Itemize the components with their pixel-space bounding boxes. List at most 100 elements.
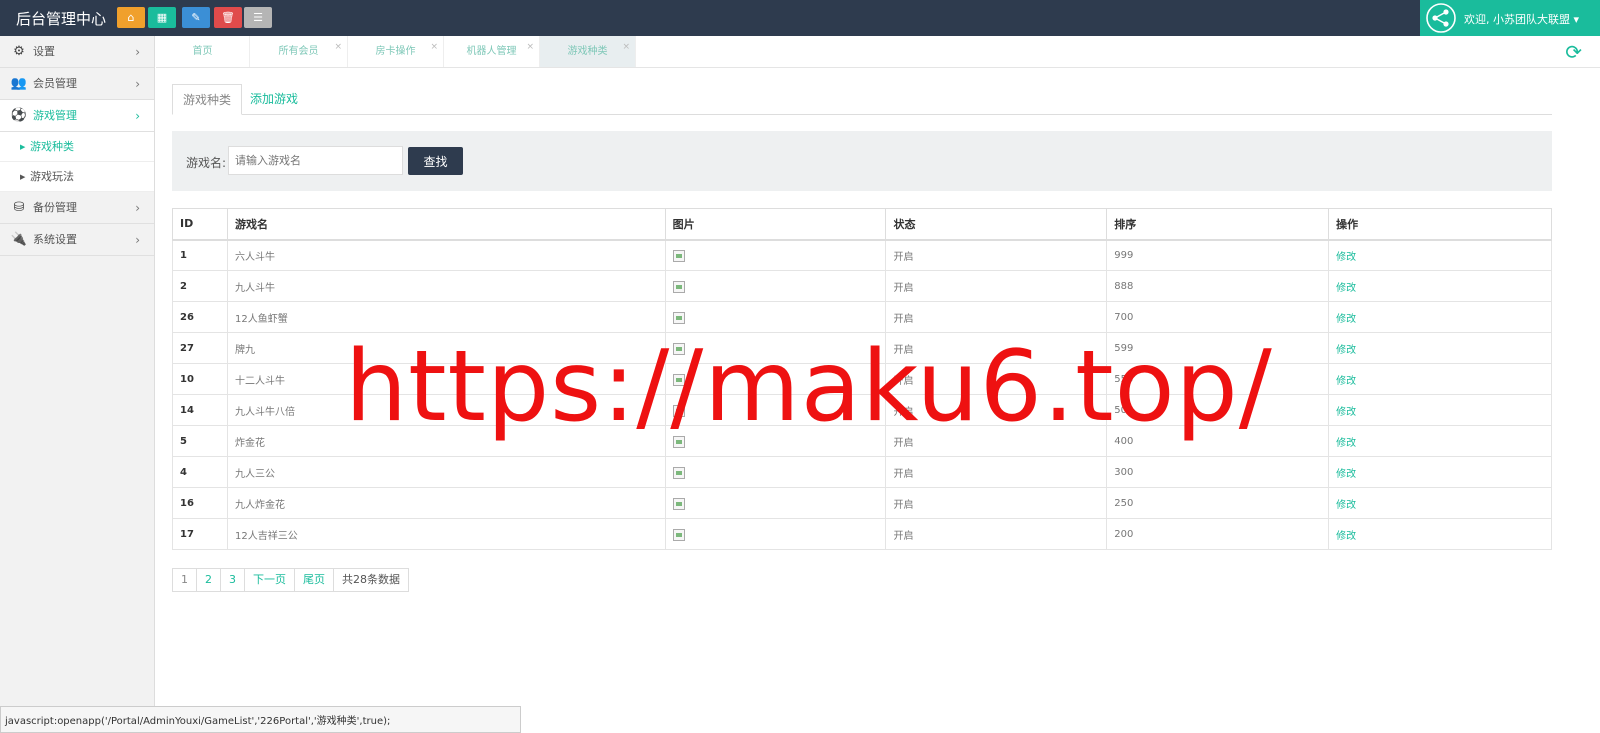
row-image	[664, 301, 887, 333]
row-status: 开启	[885, 301, 1108, 333]
row-order: 888	[1106, 270, 1330, 302]
chevron-right-icon: ›	[135, 109, 140, 123]
row-edit-link[interactable]: 修改	[1328, 487, 1552, 519]
row-edit-link[interactable]: 修改	[1328, 239, 1552, 271]
sidebar-item-label: 游戏管理	[33, 109, 77, 122]
table-header-row: ID 游戏名 图片 状态 排序 操作	[172, 208, 1552, 241]
soccer-ball-icon: ⚽	[10, 108, 28, 123]
top-bar: 后台管理中心 ⌂ ▦ ✎ 🗑 ☰ 欢迎, 小苏团队大联盟 ▾	[0, 0, 1600, 36]
tab-add-game[interactable]: 添加游戏	[240, 84, 308, 115]
welcome-text: 欢迎, 小苏团队大联盟 ▾	[1464, 13, 1580, 26]
column-header: 游戏名	[226, 208, 666, 241]
content-tabs: 游戏种类 添加游戏	[172, 84, 1552, 115]
page-2[interactable]: 2	[197, 569, 221, 591]
close-icon[interactable]: ×	[334, 32, 342, 63]
row-game-name: 九人斗牛	[226, 270, 666, 302]
sidebar-item-label: 备份管理	[33, 201, 77, 214]
grid-icon[interactable]: ▦	[148, 7, 176, 28]
row-edit-link[interactable]: 修改	[1328, 425, 1552, 457]
browser-status-bar: javascript:openapp('/Portal/AdminYouxi/G…	[0, 706, 521, 733]
row-game-name: 12人吉祥三公	[226, 518, 666, 550]
row-id: 26	[172, 301, 228, 333]
page-3[interactable]: 3	[221, 569, 245, 591]
row-image	[664, 239, 887, 271]
tab-home[interactable]: 首页	[156, 36, 250, 67]
sidebar-item-settings[interactable]: ⚙ 设置 ›	[0, 36, 154, 68]
row-edit-link[interactable]: 修改	[1328, 456, 1552, 488]
row-status: 开启	[885, 239, 1108, 271]
broken-image-icon	[672, 497, 685, 510]
tab-label: 房卡操作	[375, 46, 416, 57]
column-header: 状态	[885, 208, 1108, 241]
row-id: 14	[172, 394, 228, 426]
caret-right-icon: ▶	[20, 143, 26, 151]
refresh-icon[interactable]: ⟳	[1565, 40, 1582, 64]
column-header: 排序	[1106, 208, 1330, 241]
row-edit-link[interactable]: 修改	[1328, 518, 1552, 550]
row-id: 5	[172, 425, 228, 457]
row-order: 250	[1106, 487, 1330, 519]
broken-image-icon	[672, 311, 685, 324]
row-id: 27	[172, 332, 228, 364]
row-edit-link[interactable]: 修改	[1328, 363, 1552, 395]
close-icon[interactable]: ×	[430, 32, 438, 63]
tab-room-card[interactable]: 房卡操作 ×	[348, 36, 444, 67]
search-input[interactable]	[228, 146, 403, 175]
sidebar-item-members[interactable]: 👥 会员管理 ›	[0, 68, 154, 100]
table-row: 2 九人斗牛 开启 888 修改	[172, 270, 1552, 302]
row-order: 300	[1106, 456, 1330, 488]
column-header: 操作	[1328, 208, 1552, 241]
tab-all-members[interactable]: 所有会员 ×	[250, 36, 348, 67]
broken-image-icon	[672, 280, 685, 293]
main-content: 游戏种类 添加游戏 游戏名: 查找 ID 游戏名 图片 状态 排序 操作 1 六人…	[172, 84, 1552, 592]
app-title: 后台管理中心	[16, 10, 107, 28]
row-image	[664, 518, 887, 550]
close-icon[interactable]: ×	[526, 32, 534, 63]
sidebar-item-system-settings[interactable]: 🔌 系统设置 ›	[0, 224, 154, 256]
trash-icon[interactable]: 🗑	[214, 7, 242, 28]
home-icon[interactable]: ⌂	[117, 7, 145, 28]
share-icon	[1426, 3, 1456, 33]
sidebar-subitem-label: 游戏玩法	[30, 170, 74, 183]
search-label: 游戏名:	[186, 156, 227, 170]
search-panel: 游戏名: 查找	[172, 131, 1552, 191]
column-header: 图片	[664, 208, 887, 241]
pencil-icon[interactable]: ✎	[182, 7, 210, 28]
next-page-link[interactable]: 下一页	[245, 569, 295, 591]
row-order: 999	[1106, 239, 1330, 271]
row-edit-link[interactable]: 修改	[1328, 394, 1552, 426]
tab-label: 游戏种类	[567, 46, 608, 57]
tab-label: 所有会员	[278, 46, 319, 57]
row-status: 开启	[885, 487, 1108, 519]
last-page-link[interactable]: 尾页	[295, 569, 334, 591]
list-icon[interactable]: ☰	[244, 7, 272, 28]
row-image	[664, 270, 887, 302]
watermark: https://maku6.top/	[345, 330, 1273, 444]
tab-game-types-list[interactable]: 游戏种类	[172, 84, 243, 115]
close-icon[interactable]: ×	[622, 32, 630, 63]
tab-game-types[interactable]: 游戏种类 ×	[540, 36, 636, 67]
sidebar-subitem-game-rules[interactable]: ▶ 游戏玩法	[0, 162, 154, 192]
row-order: 700	[1106, 301, 1330, 333]
tab-robot-management[interactable]: 机器人管理 ×	[444, 36, 540, 67]
sidebar-subitem-game-types[interactable]: ▶ 游戏种类	[0, 132, 154, 162]
sidebar-item-backup[interactable]: ⛁ 备份管理 ›	[0, 192, 154, 224]
row-status: 开启	[885, 270, 1108, 302]
row-order: 200	[1106, 518, 1330, 550]
search-button[interactable]: 查找	[408, 147, 463, 175]
sidebar-item-games[interactable]: ⚽ 游戏管理 ›	[0, 100, 154, 132]
caret-right-icon: ▶	[20, 173, 26, 181]
row-image	[664, 487, 887, 519]
row-edit-link[interactable]: 修改	[1328, 301, 1552, 333]
pagination: 1 2 3 下一页 尾页 共28条数据	[172, 568, 409, 592]
table-row: 1 六人斗牛 开启 999 修改	[172, 239, 1552, 271]
sidebar-subitem-label: 游戏种类	[30, 140, 74, 153]
table-row: 17 12人吉祥三公 开启 200 修改	[172, 518, 1552, 550]
row-edit-link[interactable]: 修改	[1328, 332, 1552, 364]
users-icon: 👥	[10, 76, 28, 91]
row-game-name: 六人斗牛	[226, 239, 666, 271]
user-menu[interactable]: 欢迎, 小苏团队大联盟 ▾	[1420, 0, 1600, 36]
sidebar-item-label: 系统设置	[33, 233, 77, 246]
row-edit-link[interactable]: 修改	[1328, 270, 1552, 302]
page-1[interactable]: 1	[173, 569, 197, 591]
